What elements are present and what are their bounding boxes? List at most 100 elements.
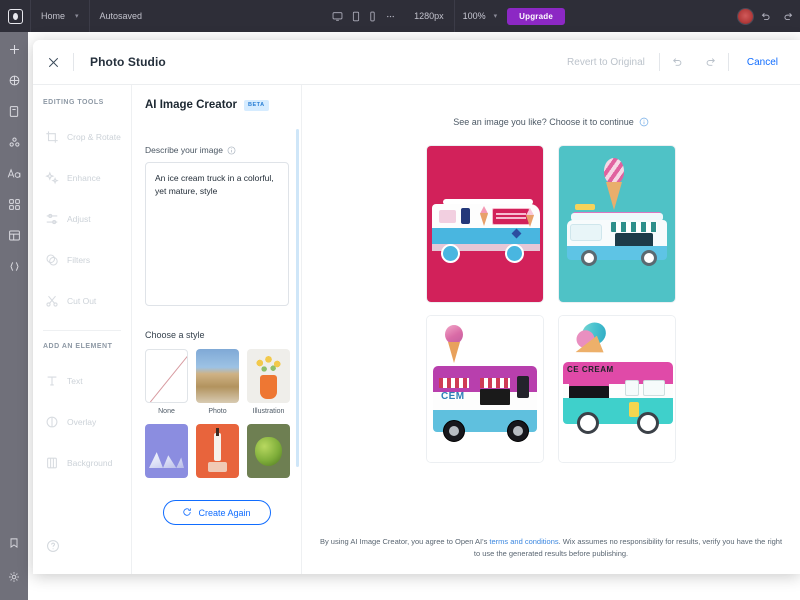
adjust-icon bbox=[44, 211, 59, 226]
result-image-4[interactable]: CE CREAM bbox=[558, 315, 676, 463]
truck-illustration bbox=[559, 146, 675, 302]
sidebar-item-cut-out[interactable]: Cut Out bbox=[33, 280, 131, 321]
add-icon[interactable] bbox=[5, 40, 23, 58]
undo-icon[interactable] bbox=[754, 11, 777, 22]
style-option-illustration[interactable]: Illustration bbox=[247, 349, 290, 415]
result-image-1[interactable] bbox=[426, 145, 544, 303]
create-again-label: Create Again bbox=[198, 507, 251, 518]
help-icon[interactable] bbox=[46, 539, 60, 558]
fruit-thumb bbox=[247, 424, 290, 478]
photo-studio-modal: Photo Studio Revert to Original Cancel E… bbox=[33, 40, 800, 574]
truck-illustration: CEM bbox=[427, 316, 543, 462]
device-switcher[interactable] bbox=[324, 11, 404, 22]
sidebar-item-overlay[interactable]: Overlay bbox=[33, 401, 131, 442]
tablet-icon[interactable] bbox=[352, 11, 360, 22]
describe-label-row: Describe your image bbox=[145, 145, 288, 155]
overlay-icon bbox=[44, 414, 59, 429]
none-thumb bbox=[145, 349, 188, 403]
style-option-none[interactable]: None bbox=[145, 349, 188, 415]
page-title: Photo Studio bbox=[90, 55, 166, 69]
sidebar-item-label: Crop & Rotate bbox=[67, 131, 121, 142]
photo-thumb bbox=[196, 349, 239, 403]
editing-tools-heading: EDITING TOOLS bbox=[43, 99, 104, 106]
text-icon[interactable] bbox=[5, 164, 23, 182]
site-icon[interactable] bbox=[5, 71, 23, 89]
sidebar-item-crop-rotate[interactable]: Crop & Rotate bbox=[33, 116, 131, 157]
text-icon bbox=[44, 373, 59, 388]
pages-icon[interactable] bbox=[5, 102, 23, 120]
mobile-icon[interactable] bbox=[369, 11, 376, 22]
result-image-3[interactable]: CEM bbox=[426, 315, 544, 463]
zoom-level[interactable]: 100% bbox=[455, 11, 494, 21]
panel-title-row: AI Image Creator BETA bbox=[145, 99, 288, 111]
style-option-photo[interactable]: Photo bbox=[196, 349, 239, 415]
terms-and-conditions-link[interactable]: terms and conditions bbox=[489, 537, 558, 546]
bookmark-icon[interactable] bbox=[5, 534, 23, 552]
info-icon[interactable] bbox=[639, 117, 649, 127]
footer-prefix: By using AI Image Creator, you agree to … bbox=[319, 536, 490, 546]
sidebar-item-label: Text bbox=[67, 375, 83, 386]
cut-out-icon bbox=[44, 293, 59, 308]
wix-logo-icon[interactable] bbox=[0, 0, 30, 32]
ai-image-creator-panel: AI Image Creator BETA Describe your imag… bbox=[132, 85, 302, 574]
apps-icon[interactable] bbox=[5, 195, 23, 213]
style-label: Photo bbox=[208, 408, 227, 415]
more-devices-icon[interactable] bbox=[385, 11, 396, 22]
prompt-input[interactable] bbox=[145, 162, 289, 306]
truck-text: CE CREAM bbox=[567, 365, 614, 374]
revert-to-original-button[interactable]: Revert to Original bbox=[567, 57, 659, 68]
product-thumb bbox=[196, 424, 239, 478]
style-option-product[interactable] bbox=[196, 424, 239, 483]
style-label: Illustration bbox=[252, 408, 285, 415]
sidebar-item-enhance[interactable]: Enhance bbox=[33, 157, 131, 198]
truck-illustration: CE CREAM bbox=[559, 316, 675, 462]
sidebar-item-label: Overlay bbox=[67, 416, 97, 427]
chevron-down-icon[interactable]: ▾ bbox=[75, 12, 89, 20]
settings-icon[interactable] bbox=[5, 568, 23, 586]
describe-label: Describe your image bbox=[145, 145, 223, 155]
close-icon[interactable] bbox=[33, 57, 73, 68]
chevron-down-icon[interactable]: ▾ bbox=[494, 12, 508, 20]
filters-icon bbox=[44, 252, 59, 267]
media-icon[interactable] bbox=[5, 133, 23, 151]
sidebar-item-label: Filters bbox=[67, 254, 91, 265]
layout-icon[interactable] bbox=[5, 226, 23, 244]
app-root: Home ▾ Autosaved 1280px 100% ▾ Upgrade P… bbox=[0, 0, 800, 600]
home-menu[interactable]: Home bbox=[31, 11, 75, 21]
results-area: See an image you like? Choose it to cont… bbox=[302, 85, 800, 574]
create-again-button[interactable]: Create Again bbox=[162, 500, 271, 525]
style-option-art[interactable] bbox=[145, 424, 188, 483]
redo-icon[interactable] bbox=[777, 11, 800, 22]
undo-icon[interactable] bbox=[660, 56, 694, 68]
code-icon[interactable] bbox=[5, 257, 23, 275]
sidebar-item-label: Adjust bbox=[67, 213, 91, 224]
result-image-2[interactable] bbox=[558, 145, 676, 303]
terms-footer: By using AI Image Creator, you agree to … bbox=[316, 536, 786, 575]
left-rail-bottom bbox=[0, 534, 28, 586]
sidebar-item-adjust[interactable]: Adjust bbox=[33, 198, 131, 239]
editor-topbar: Home ▾ Autosaved 1280px 100% ▾ Upgrade bbox=[0, 0, 800, 32]
cancel-button[interactable]: Cancel bbox=[729, 57, 800, 68]
panel-scrollbar[interactable] bbox=[296, 129, 299, 467]
sidebar-item-background[interactable]: Background bbox=[33, 442, 131, 483]
redo-icon[interactable] bbox=[694, 56, 728, 68]
style-option-fruit[interactable] bbox=[247, 424, 290, 483]
illustration-thumb bbox=[247, 349, 290, 403]
sidebar-item-filters[interactable]: Filters bbox=[33, 239, 131, 280]
divider bbox=[43, 330, 121, 331]
style-grid-row-1: None Photo Illustration bbox=[145, 349, 290, 415]
user-avatar[interactable] bbox=[737, 7, 754, 25]
info-icon[interactable] bbox=[227, 146, 236, 155]
refresh-icon bbox=[182, 507, 192, 519]
results-hint: See an image you like? Choose it to cont… bbox=[316, 117, 786, 127]
add-element-heading: ADD AN ELEMENT bbox=[43, 343, 113, 350]
editing-tools-sidebar: EDITING TOOLS Crop & Rotate Enhance Adju… bbox=[33, 85, 132, 574]
beta-badge: BETA bbox=[244, 99, 269, 111]
results-grid-wrap: CEM CE CREAM bbox=[316, 127, 786, 536]
desktop-icon[interactable] bbox=[332, 11, 343, 22]
sidebar-item-text[interactable]: Text bbox=[33, 360, 131, 401]
panel-title: AI Image Creator bbox=[145, 99, 238, 111]
sidebar-item-label: Background bbox=[67, 457, 113, 468]
modal-body: EDITING TOOLS Crop & Rotate Enhance Adju… bbox=[33, 85, 800, 574]
upgrade-button[interactable]: Upgrade bbox=[507, 7, 565, 25]
